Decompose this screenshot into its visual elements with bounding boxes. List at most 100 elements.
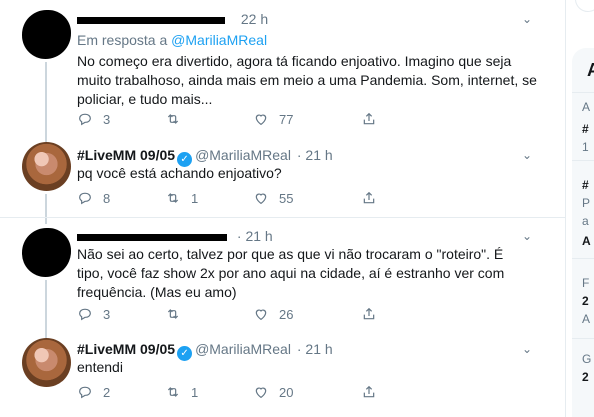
reply-count: 3 <box>103 306 111 322</box>
tweet-text: entendi <box>77 359 123 375</box>
author-handle[interactable]: @MariliaMReal <box>195 341 291 357</box>
tweet-text: No começo era divertido, agora tá ficand… <box>77 53 537 107</box>
share-icon <box>363 191 375 204</box>
trends-heading: A <box>587 60 594 80</box>
trend-item[interactable]: 1 <box>582 140 589 154</box>
tweet-actions: 8 1 55 <box>77 188 457 208</box>
sidebar-divider <box>572 338 594 339</box>
trend-item[interactable]: 2 <box>582 294 589 308</box>
retweet-count: 1 <box>191 190 199 206</box>
tweet-1[interactable]: 22 h ⌄ Em resposta a @MariliaMReal No co… <box>0 0 565 142</box>
reply-button[interactable]: 8 <box>77 188 110 208</box>
redacted-author <box>77 233 227 241</box>
trend-item[interactable]: G <box>582 352 591 366</box>
tweet-header: 22 h <box>77 10 268 28</box>
reply-prefix: Em resposta a <box>77 32 172 48</box>
tweet-time[interactable]: · 21 h <box>297 147 333 163</box>
retweet-button[interactable] <box>165 304 191 324</box>
tweet-header: #LiveMM 09/05 ✓ @MariliaMReal · 21 h <box>77 340 333 361</box>
reply-count: 2 <box>103 384 111 400</box>
reply-button[interactable]: 3 <box>77 109 110 129</box>
trend-item[interactable]: # <box>582 122 589 136</box>
tweet-time[interactable]: · 21 h <box>297 341 333 357</box>
chevron-down-icon[interactable]: ⌄ <box>520 12 534 26</box>
reply-count: 8 <box>103 190 111 206</box>
share-icon <box>363 112 375 125</box>
thread-connector <box>45 62 47 142</box>
trend-item[interactable]: 2 <box>582 370 589 384</box>
reply-button[interactable]: 3 <box>77 304 110 324</box>
share-button[interactable] <box>361 304 387 324</box>
like-button[interactable]: 20 <box>253 382 293 402</box>
share-button[interactable] <box>361 109 387 129</box>
reply-icon <box>79 308 91 321</box>
trend-item[interactable]: A <box>582 100 590 114</box>
retweet-icon <box>167 309 179 319</box>
heart-icon <box>255 387 267 399</box>
chevron-down-icon[interactable]: ⌄ <box>520 342 534 356</box>
reply-icon <box>79 192 91 205</box>
like-count: 55 <box>279 190 294 206</box>
trend-item[interactable]: # <box>582 178 589 192</box>
trend-item[interactable]: A <box>582 312 590 326</box>
like-button[interactable]: 55 <box>253 188 293 208</box>
retweet-button[interactable]: 1 <box>165 382 198 402</box>
heart-icon <box>255 114 267 126</box>
chevron-down-icon[interactable]: ⌄ <box>520 229 534 243</box>
reply-icon <box>79 113 91 126</box>
like-count: 26 <box>279 306 294 322</box>
reply-context: Em resposta a @MariliaMReal <box>77 31 267 49</box>
author-name[interactable]: #LiveMM 09/05 <box>77 147 175 163</box>
tweet-text: pq você está achando enjoativo? <box>77 165 282 181</box>
tweet-header: · 21 h <box>77 227 273 245</box>
share-button[interactable] <box>361 382 387 402</box>
author-handle[interactable]: @MariliaMReal <box>195 147 291 163</box>
author-name[interactable]: #LiveMM 09/05 <box>77 341 175 357</box>
tweet-4[interactable]: #LiveMM 09/05 ✓ @MariliaMReal · 21 h ⌄ ent… <box>0 334 565 417</box>
avatar-mariliamreal[interactable] <box>22 338 71 387</box>
avatar-mariliamreal[interactable] <box>22 142 71 191</box>
avatar-redacted[interactable] <box>22 10 71 59</box>
tweet-header: #LiveMM 09/05 ✓ @MariliaMReal · 21 h <box>77 146 333 167</box>
tweet-time[interactable]: · 21 h <box>237 228 273 244</box>
like-button[interactable]: 26 <box>253 304 293 324</box>
tweet-actions: 3 77 <box>77 109 457 129</box>
reply-count: 3 <box>103 111 111 127</box>
retweet-icon <box>167 193 179 203</box>
retweet-button[interactable] <box>165 109 191 129</box>
share-button[interactable] <box>361 188 387 208</box>
like-count: 20 <box>279 384 294 400</box>
chevron-down-icon[interactable]: ⌄ <box>520 148 534 162</box>
share-icon <box>363 385 375 398</box>
retweet-button[interactable]: 1 <box>165 188 198 208</box>
retweet-count: 1 <box>191 384 199 400</box>
conversation-thread: 22 h ⌄ Em resposta a @MariliaMReal No co… <box>0 0 566 417</box>
tweet-actions: 2 1 20 <box>77 382 457 402</box>
trend-item[interactable]: a <box>582 214 589 228</box>
tweet-time[interactable]: 22 h <box>241 11 268 27</box>
heart-icon <box>255 193 267 205</box>
trend-item[interactable]: A <box>582 234 591 248</box>
reply-handle-link[interactable]: @MariliaMReal <box>171 32 267 48</box>
tweet-text: Não sei ao certo, talvez por que as que … <box>77 246 505 300</box>
share-icon <box>363 307 375 320</box>
trend-item[interactable]: P <box>582 196 590 210</box>
sidebar-divider <box>572 258 594 259</box>
avatar-redacted[interactable] <box>22 228 71 277</box>
tweet-actions: 3 26 <box>77 304 457 324</box>
like-button[interactable]: 77 <box>253 109 293 129</box>
reply-icon <box>79 386 91 399</box>
tweet-3[interactable]: · 21 h ⌄ Não sei ao certo, talvez por qu… <box>0 218 565 340</box>
reply-button[interactable]: 2 <box>77 382 110 402</box>
like-count: 77 <box>279 111 294 127</box>
retweet-icon <box>167 387 179 397</box>
heart-icon <box>255 309 267 321</box>
sidebar-divider <box>572 92 594 93</box>
sidebar-divider <box>572 160 594 161</box>
trend-item[interactable]: F <box>582 276 589 290</box>
tweet-2[interactable]: #LiveMM 09/05 ✓ @MariliaMReal · 21 h ⌄ pq … <box>0 138 565 224</box>
redacted-author <box>77 16 225 24</box>
sidebar-avatar[interactable] <box>575 0 594 12</box>
retweet-icon <box>167 114 179 124</box>
right-sidebar: A A # 1 # P a A F 2 A G 2 <box>567 0 594 417</box>
